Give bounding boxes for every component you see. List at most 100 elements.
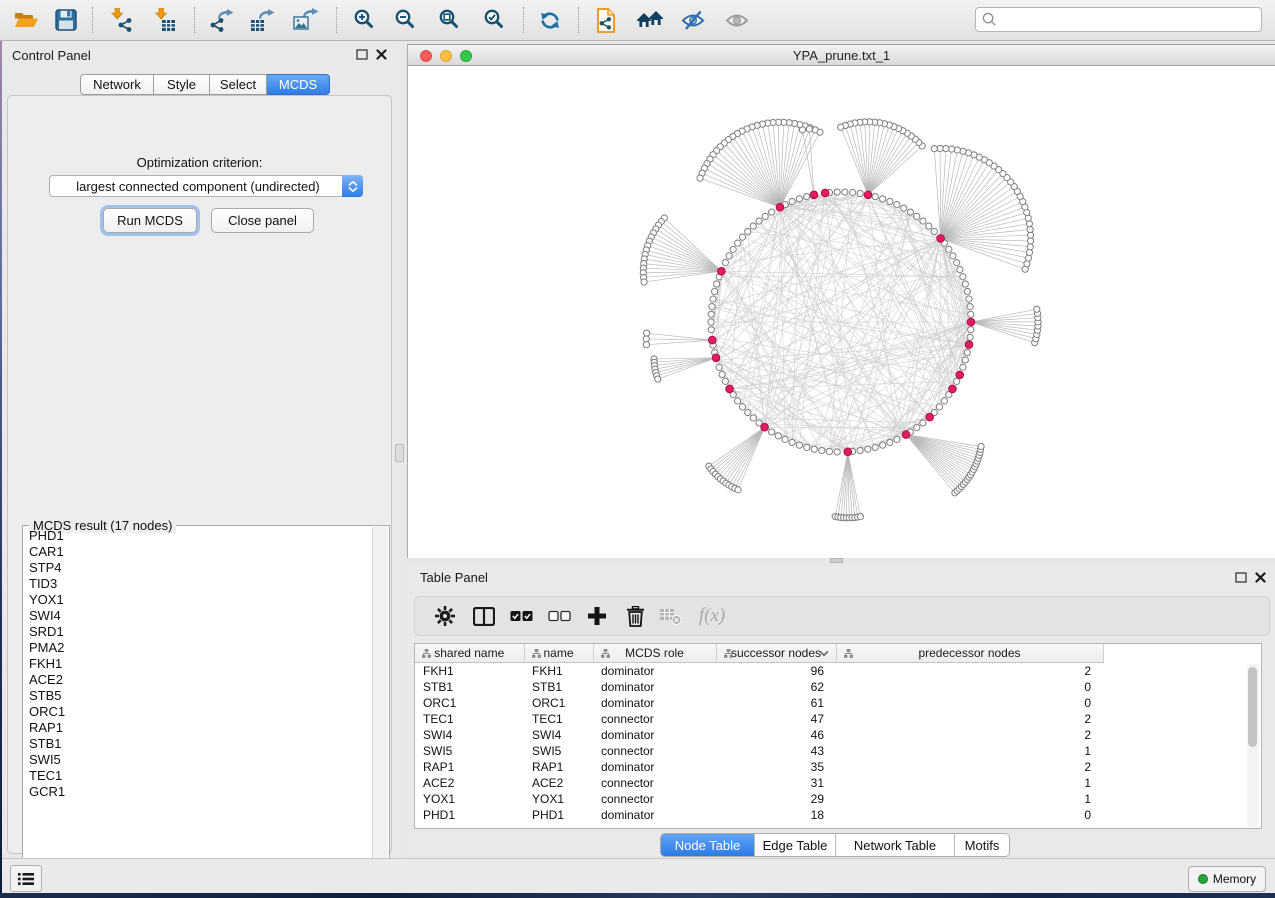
zoom-fit-icon[interactable] [432, 3, 468, 37]
table-scrollbar[interactable] [1247, 664, 1259, 827]
table-row[interactable]: SWI4SWI4dominator462 [415, 727, 1261, 743]
mcds-result-item[interactable]: GCR1 [24, 784, 373, 800]
run-mcds-button[interactable]: Run MCDS [103, 208, 197, 233]
delete-column-icon[interactable] [620, 604, 650, 628]
tab-edge-table[interactable]: Edge Table [754, 834, 835, 856]
mcds-node[interactable] [718, 267, 726, 275]
network-graph[interactable] [408, 66, 1275, 558]
cell-successors: 31 [716, 775, 836, 791]
memory-button[interactable]: Memory [1188, 866, 1266, 892]
mcds-node[interactable] [956, 371, 964, 379]
mcds-result-item[interactable]: ACE2 [24, 672, 373, 688]
table-row[interactable]: ORC1ORC1dominator610 [415, 695, 1261, 711]
mcds-node[interactable] [726, 385, 734, 393]
mcds-result-item[interactable]: ORC1 [24, 704, 373, 720]
zoom-out-icon[interactable] [388, 3, 424, 37]
mcds-result-item[interactable]: TID3 [24, 576, 373, 592]
tab-network-table[interactable]: Network Table [835, 834, 954, 856]
new-network-from-selection-icon[interactable] [588, 3, 624, 37]
table-row[interactable]: RAP1RAP1dominator352 [415, 759, 1261, 775]
cell-successors: 47 [716, 711, 836, 727]
float-window-icon[interactable] [355, 48, 368, 60]
table-row[interactable]: TEC1TEC1connector472 [415, 711, 1261, 727]
first-neighbors-icon[interactable] [632, 3, 668, 37]
mcds-result-item[interactable]: FKH1 [24, 656, 373, 672]
tab-network[interactable]: Network [80, 74, 154, 95]
mcds-result-item[interactable]: CAR1 [24, 544, 373, 560]
tab-mcds[interactable]: MCDS [267, 74, 330, 95]
mcds-result-item[interactable]: TEC1 [24, 768, 373, 784]
mcds-result-item[interactable]: SWI4 [24, 608, 373, 624]
mcds-result-item[interactable]: RAP1 [24, 720, 373, 736]
save-session-icon[interactable] [48, 3, 84, 37]
mcds-result-item[interactable]: STB1 [24, 736, 373, 752]
optimization-criterion-select[interactable]: largest connected component (undirected) [49, 175, 363, 197]
mcds-result-item[interactable]: PHD1 [24, 528, 373, 544]
mcds-node[interactable] [712, 354, 720, 362]
export-table-icon[interactable] [245, 3, 281, 37]
mcds-result-item[interactable]: YOX1 [24, 592, 373, 608]
close-panel-button[interactable]: Close panel [211, 208, 314, 233]
mcds-node[interactable] [708, 336, 716, 344]
zoom-selected-icon[interactable] [477, 3, 513, 37]
close-panel-icon[interactable] [375, 48, 388, 60]
select-all-columns-icon[interactable] [506, 604, 536, 628]
apply-layout-icon[interactable] [532, 3, 568, 37]
open-file-icon[interactable] [8, 3, 44, 37]
import-network-icon[interactable] [104, 3, 140, 37]
column-header-shared-name[interactable]: shared name [415, 644, 524, 663]
close-table-panel-icon[interactable] [1254, 571, 1267, 583]
table-row[interactable]: YOX1YOX1connector291 [415, 791, 1261, 807]
network-window-titlebar[interactable]: YPA_prune.txt_1 [408, 44, 1275, 66]
mcds-node[interactable] [864, 191, 872, 199]
mcds-result-item[interactable]: STP4 [24, 560, 373, 576]
deselect-all-columns-icon[interactable] [544, 604, 574, 628]
mcds-result-item[interactable]: PMA2 [24, 640, 373, 656]
hide-selected-icon[interactable] [675, 3, 711, 37]
tab-style[interactable]: Style [154, 74, 210, 95]
column-header-name[interactable]: name [524, 644, 593, 663]
mcds-node[interactable] [967, 318, 975, 326]
table-settings-icon[interactable] [430, 604, 460, 628]
mcds-node[interactable] [776, 203, 784, 211]
table-row[interactable]: FKH1FKH1dominator962 [415, 663, 1261, 680]
table-scrollbar-thumb[interactable] [1248, 667, 1257, 747]
float-table-panel-icon[interactable] [1234, 571, 1247, 583]
mcds-node[interactable] [761, 423, 769, 431]
mcds-result-scrollbar[interactable] [372, 527, 388, 892]
network-canvas[interactable] [408, 66, 1275, 558]
column-header-predecessor-nodes[interactable]: predecessor nodes [836, 644, 1103, 663]
mcds-node[interactable] [949, 385, 957, 393]
column-header-successor-nodes[interactable]: successor nodes [716, 644, 836, 663]
mcds-node[interactable] [965, 341, 973, 349]
show-task-history-button[interactable] [10, 865, 42, 892]
export-image-icon[interactable] [288, 3, 324, 37]
mcds-node[interactable] [902, 431, 910, 439]
table-row[interactable]: PHD1PHD1dominator180 [415, 807, 1261, 823]
export-network-icon[interactable] [204, 3, 240, 37]
import-table-icon[interactable] [148, 3, 184, 37]
show-column-panel-icon[interactable] [469, 604, 499, 628]
table-row[interactable]: SWI5SWI5connector431 [415, 743, 1261, 759]
column-header-mcds-role[interactable]: MCDS role [593, 644, 716, 663]
split-pane-grip-horizontal[interactable] [830, 558, 843, 563]
create-column-icon[interactable] [582, 604, 612, 628]
mcds-node[interactable] [810, 191, 818, 199]
mcds-node[interactable] [844, 448, 852, 456]
table-row[interactable]: ACE2ACE2connector311 [415, 775, 1261, 791]
mcds-result-list[interactable]: PHD1CAR1STP4TID3YOX1SWI4SRD1PMA2FKH1ACE2… [24, 528, 373, 892]
mcds-node[interactable] [937, 235, 945, 243]
mcds-result-item[interactable]: SRD1 [24, 624, 373, 640]
zoom-in-icon[interactable] [347, 3, 383, 37]
tab-motifs[interactable]: Motifs [954, 834, 1009, 856]
mcds-result-item[interactable]: SWI5 [24, 752, 373, 768]
search-input[interactable] [1002, 11, 1255, 28]
tab-select[interactable]: Select [210, 74, 267, 95]
split-pane-grip[interactable] [395, 444, 404, 462]
table-row[interactable]: STB1STB1dominator620 [415, 679, 1261, 695]
tab-node-table[interactable]: Node Table [661, 834, 754, 856]
show-all-icon[interactable] [719, 3, 755, 37]
mcds-node[interactable] [821, 189, 829, 197]
mcds-node[interactable] [926, 413, 934, 421]
mcds-result-item[interactable]: STB5 [24, 688, 373, 704]
